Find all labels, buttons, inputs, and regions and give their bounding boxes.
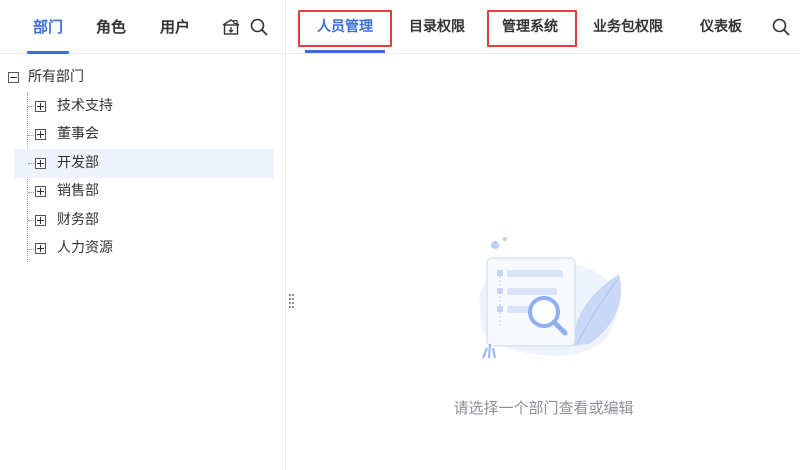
tree-node-label: 所有部门: [28, 69, 84, 85]
tree-node-label: 财务部: [57, 212, 99, 228]
tab-label: 业务包权限: [593, 19, 663, 35]
tree-node-label: 销售部: [57, 183, 99, 199]
empty-state-message: 请选择一个部门查看或编辑: [453, 399, 634, 417]
tab-user-label: 用户: [160, 18, 191, 36]
department-panel: 部门 角色 用户 所有部门 技术支持 董事会 开发部 销售部 财务部 人力资源: [0, 0, 286, 470]
expand-icon[interactable]: [35, 215, 46, 226]
tab-label: 仪表板: [700, 19, 742, 35]
collapse-icon[interactable]: [8, 72, 19, 83]
tab-management-system[interactable]: 管理系统: [502, 0, 558, 54]
tree-node-label: 董事会: [57, 126, 99, 142]
tab-user[interactable]: 用户: [160, 0, 190, 54]
tree-node-item-selected[interactable]: 开发部: [35, 149, 235, 178]
search-icon[interactable]: [771, 17, 791, 37]
expand-icon[interactable]: [35, 101, 46, 112]
tab-label: 目录权限: [409, 19, 465, 35]
tab-directory-permissions[interactable]: 目录权限: [409, 0, 465, 54]
tree-node-item[interactable]: 人力资源: [35, 234, 235, 263]
left-tab-bar: 部门 角色 用户: [0, 0, 286, 54]
tree-node-label: 人力资源: [57, 240, 113, 256]
tree-node-item[interactable]: 销售部: [35, 177, 235, 206]
tab-department[interactable]: 部门: [27, 0, 70, 54]
sync-department-icon[interactable]: [221, 17, 241, 37]
tree-node-item[interactable]: 技术支持: [35, 92, 235, 121]
tab-role-label: 角色: [96, 18, 127, 36]
tab-label: 人员管理: [317, 19, 373, 35]
document-search-icon: [469, 236, 629, 366]
tab-department-label: 部门: [33, 18, 64, 36]
tree-node-item[interactable]: 财务部: [35, 206, 235, 235]
tree-node-label: 开发部: [57, 155, 99, 171]
right-tab-bar: 人员管理 目录权限 管理系统 业务包权限 仪表板: [287, 0, 800, 54]
tab-label: 管理系统: [502, 19, 558, 35]
expand-icon[interactable]: [35, 158, 46, 169]
tree-node-item[interactable]: 董事会: [35, 120, 235, 149]
tab-role[interactable]: 角色: [96, 0, 126, 54]
active-tab-underline: [305, 50, 385, 53]
active-tab-underline: [27, 51, 70, 54]
tree-node-label: 技术支持: [57, 98, 113, 114]
expand-icon[interactable]: [35, 129, 46, 140]
expand-icon[interactable]: [35, 186, 46, 197]
search-icon[interactable]: [249, 17, 269, 37]
tree-node-root[interactable]: 所有部门: [8, 63, 158, 92]
tab-personnel-management[interactable]: 人员管理: [305, 0, 385, 54]
tab-dashboard[interactable]: 仪表板: [700, 0, 742, 54]
tab-business-package-permissions[interactable]: 业务包权限: [593, 0, 663, 54]
expand-icon[interactable]: [35, 243, 46, 254]
